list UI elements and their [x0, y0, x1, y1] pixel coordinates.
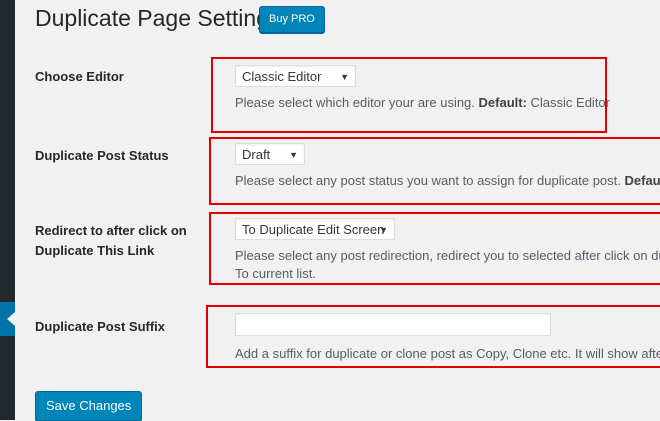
redirect-description-line1: Please select any post redirection, redi…	[235, 248, 660, 263]
post-suffix-input[interactable]	[235, 313, 551, 336]
sidebar-pointer-icon	[7, 312, 15, 326]
admin-sidebar	[0, 0, 15, 420]
redirect-select[interactable]: To Duplicate Edit Screen ▼	[235, 218, 395, 240]
redirect-description-line2: To current list.	[235, 266, 316, 281]
save-changes-button[interactable]: Save Changes	[35, 391, 143, 421]
post-suffix-description: Add a suffix for duplicate or clone post…	[235, 346, 660, 361]
chevron-down-icon: ▼	[340, 72, 349, 82]
post-status-description: Please select any post status you want t…	[235, 173, 660, 188]
chevron-down-icon: ▼	[289, 150, 298, 160]
post-status-select[interactable]: Draft ▼	[235, 143, 305, 165]
post-status-label: Duplicate Post Status	[35, 148, 169, 163]
redirect-select-value: To Duplicate Edit Screen	[242, 222, 385, 237]
editor-select-value: Classic Editor	[242, 69, 322, 84]
editor-description: Please select which editor your are usin…	[235, 95, 610, 110]
buy-pro-button[interactable]: Buy PRO	[259, 6, 325, 33]
editor-select[interactable]: Classic Editor ▼	[235, 65, 356, 87]
page-title: Duplicate Page Settings	[35, 5, 281, 31]
redirect-label: Redirect to after click on Duplicate Thi…	[35, 223, 187, 258]
chevron-down-icon: ▼	[379, 225, 388, 235]
post-suffix-label: Duplicate Post Suffix	[35, 319, 166, 334]
post-status-select-value: Draft	[242, 147, 271, 162]
choose-editor-label: Choose Editor	[35, 69, 124, 84]
